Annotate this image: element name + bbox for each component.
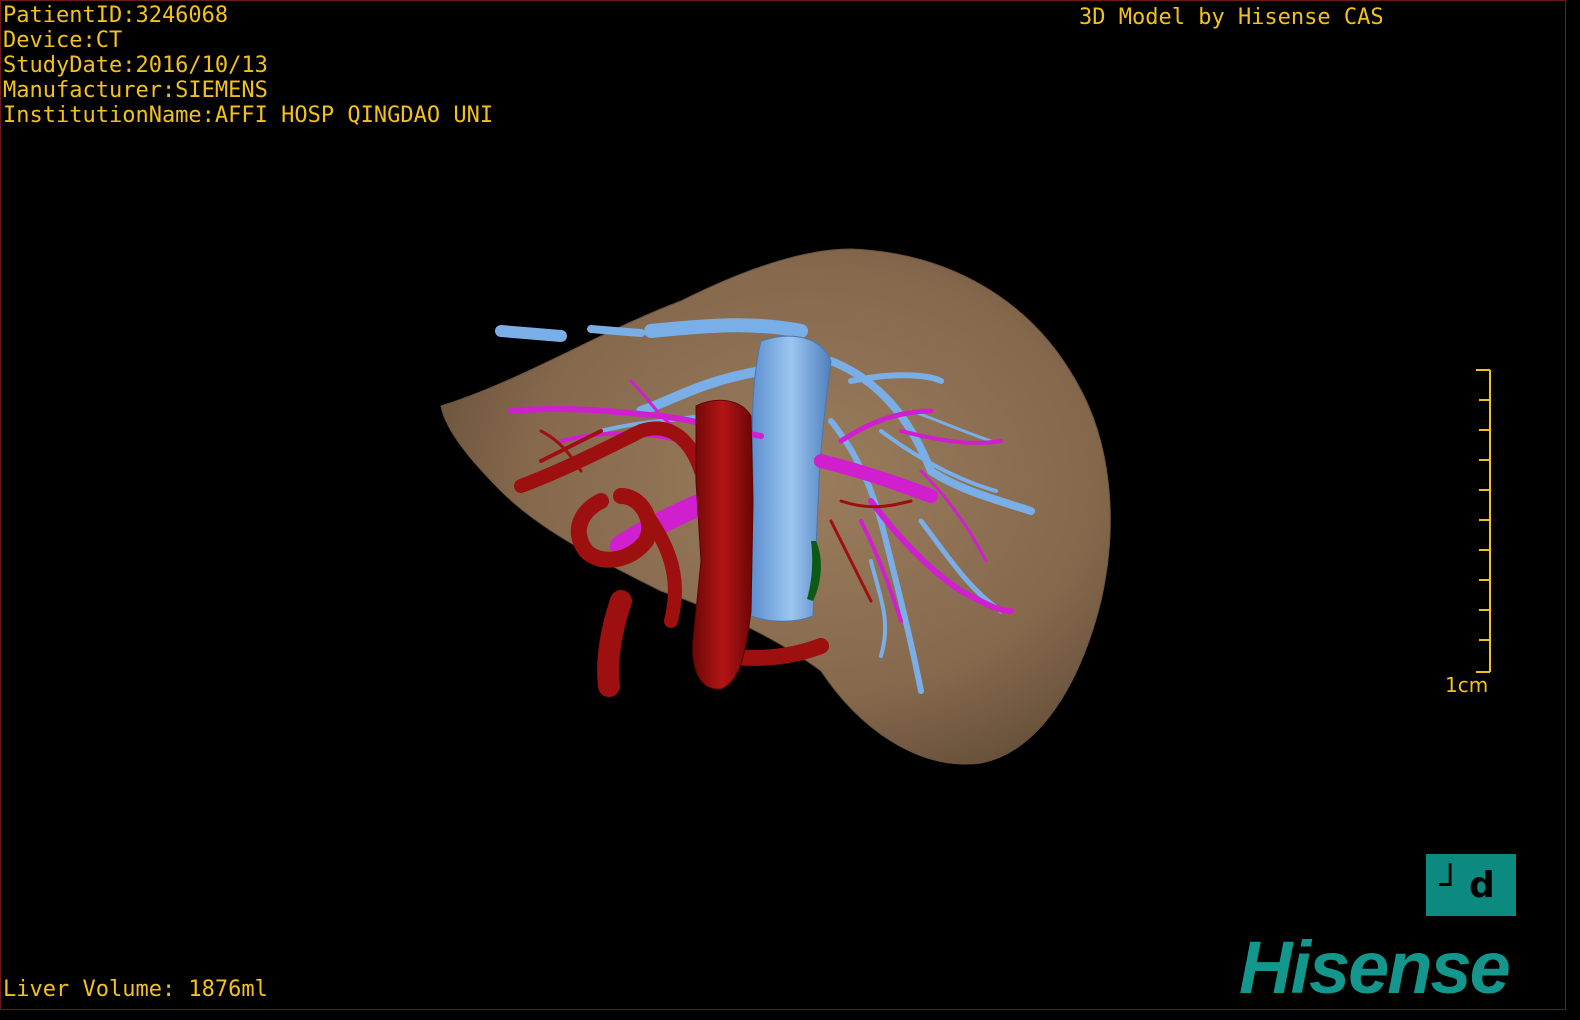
patient-id-text: PatientID:3246068 [3,3,229,28]
aorta [692,399,754,690]
model-credit: 3D Model by Hisense CAS [1079,5,1384,30]
institution-text: InstitutionName:AFFI HOSP QINGDAO UNI [3,103,494,128]
liver-volume-text: Liver Volume: 1876ml [3,977,268,1002]
liver-3d-model[interactable] [1,1,1567,1011]
hisense-logo: Hisense [1239,926,1511,1009]
orientation-label: ┘d [1439,864,1503,906]
scale-ruler-icon [1476,369,1491,673]
orientation-cube-icon[interactable]: ┘d [1426,854,1516,916]
scale-label: 1cm [1445,673,1489,697]
study-date-text: StudyDate:2016/10/13 [3,53,268,78]
device-text: Device:CT [3,28,123,53]
manufacturer-text: Manufacturer:SIEMENS [3,78,268,103]
3d-viewport[interactable]: PatientID:3246068 Device:CT StudyDate:20… [0,0,1566,1010]
patient-info-overlay: PatientID:3246068 Device:CT StudyDate:20… [3,3,493,128]
